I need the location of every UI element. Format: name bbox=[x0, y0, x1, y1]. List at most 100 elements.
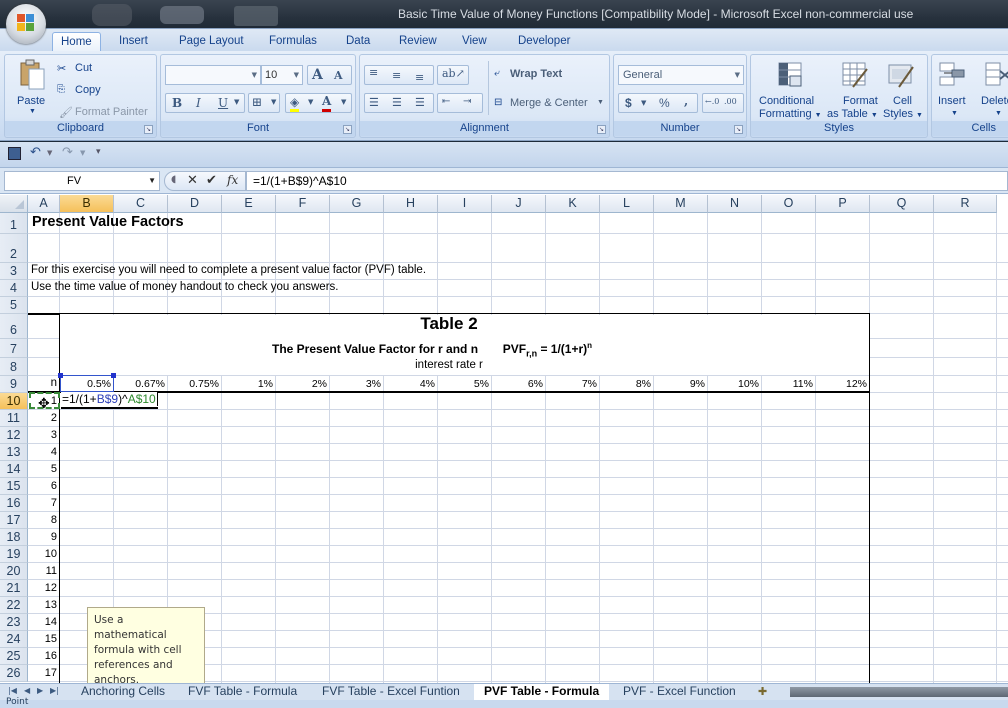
column-header-p[interactable]: P bbox=[816, 195, 870, 213]
borders-button[interactable]: ⊞ ▼ bbox=[248, 93, 280, 113]
tab-home[interactable]: Home bbox=[52, 32, 101, 53]
chevron-down-icon[interactable]: ▼ bbox=[234, 98, 239, 106]
period-cell[interactable]: 12 bbox=[28, 582, 57, 594]
align-right-icon[interactable]: ☰ bbox=[415, 96, 425, 109]
shrink-font-button[interactable]: A bbox=[334, 69, 343, 82]
worksheet-grid[interactable]: ABCDEFGHIJKLMNOPQR 1 2 3 4 5 6 7 8 9 10 11 12 13 14 15… bbox=[0, 194, 1008, 683]
row-header-19[interactable]: 19 bbox=[0, 546, 28, 563]
row-header-8[interactable]: 8 bbox=[0, 358, 28, 376]
column-header-j[interactable]: J bbox=[492, 195, 546, 213]
enter-icon[interactable]: ✔ bbox=[206, 173, 217, 188]
wrap-text-button[interactable]: Wrap Text bbox=[510, 68, 562, 80]
sheet-tab-fvf-excel-function[interactable]: FVF Table - Excel Funtion bbox=[312, 684, 470, 700]
number-format-combo[interactable]: General ▼ bbox=[618, 65, 744, 85]
decrease-indent-icon[interactable]: ⇤ bbox=[442, 96, 450, 107]
sheet-tab-pvf-excel-function[interactable]: PVF - Excel Function bbox=[613, 684, 746, 700]
column-header-e[interactable]: E bbox=[222, 195, 276, 213]
align-left-icon[interactable]: ☰ bbox=[369, 96, 379, 109]
font-color-icon[interactable]: A bbox=[322, 94, 332, 112]
rate-header-cell[interactable]: 0.75% bbox=[168, 378, 219, 390]
row-header-17[interactable]: 17 bbox=[0, 512, 28, 529]
rate-header-cell[interactable]: 9% bbox=[654, 378, 705, 390]
row-header-14[interactable]: 14 bbox=[0, 461, 28, 478]
save-icon[interactable] bbox=[8, 147, 21, 160]
chevron-down-icon[interactable]: ▼ bbox=[951, 110, 958, 117]
chevron-down-icon[interactable]: ▼ bbox=[597, 99, 604, 106]
rate-header-cell[interactable]: 7% bbox=[546, 378, 597, 390]
rate-header-cell[interactable]: 1% bbox=[222, 378, 273, 390]
orientation-button[interactable]: ab↗ bbox=[437, 65, 469, 85]
range-handle[interactable] bbox=[58, 373, 63, 378]
align-center-icon[interactable]: ☰ bbox=[392, 96, 402, 109]
redo-icon[interactable]: ↷ bbox=[62, 145, 73, 160]
tab-page-layout[interactable]: Page Layout bbox=[171, 32, 252, 53]
period-cell[interactable]: 9 bbox=[28, 531, 57, 543]
row-header-2[interactable]: 2 bbox=[0, 234, 28, 263]
undo-dropdown-icon[interactable]: ▼ bbox=[47, 149, 52, 157]
rate-header-cell[interactable]: 3% bbox=[330, 378, 381, 390]
copy-button[interactable]: Copy bbox=[75, 84, 101, 96]
tab-data[interactable]: Data bbox=[338, 32, 378, 53]
row-header-3[interactable]: 3 bbox=[0, 263, 28, 280]
row-header-24[interactable]: 24 bbox=[0, 631, 28, 648]
column-header-c[interactable]: C bbox=[114, 195, 168, 213]
period-cell[interactable]: 7 bbox=[28, 497, 57, 509]
office-button[interactable] bbox=[6, 4, 46, 44]
row-header-21[interactable]: 21 bbox=[0, 580, 28, 597]
row-header-13[interactable]: 13 bbox=[0, 444, 28, 461]
rate-header-cell[interactable]: 12% bbox=[816, 378, 867, 390]
period-cell[interactable]: 15 bbox=[28, 633, 57, 645]
tab-formulas[interactable]: Formulas bbox=[261, 32, 325, 53]
increase-indent-icon[interactable]: ⇥ bbox=[463, 96, 471, 107]
top-align-icon[interactable]: ≡ bbox=[369, 66, 378, 79]
period-cell[interactable]: 2 bbox=[28, 412, 57, 424]
redo-dropdown-icon[interactable]: ▼ bbox=[80, 149, 85, 157]
cut-button[interactable]: Cut bbox=[75, 62, 92, 74]
period-cell[interactable]: 17 bbox=[28, 667, 57, 679]
sheet-tab-fvf-formula[interactable]: FVF Table - Formula bbox=[178, 684, 307, 700]
paste-dropdown-icon[interactable]: ▼ bbox=[29, 108, 36, 115]
row-header-10[interactable]: 10 bbox=[0, 393, 28, 410]
rate-header-cell[interactable]: 6% bbox=[492, 378, 543, 390]
column-header-r[interactable]: R bbox=[934, 195, 997, 213]
tab-insert[interactable]: Insert bbox=[111, 32, 156, 53]
italic-button[interactable]: I bbox=[196, 96, 201, 110]
row-header-5[interactable]: 5 bbox=[0, 297, 28, 314]
sheet-tab-anchoring-cells[interactable]: Anchoring Cells bbox=[71, 684, 175, 700]
row-header-4[interactable]: 4 bbox=[0, 280, 28, 297]
grow-font-button[interactable]: A bbox=[312, 67, 323, 83]
paste-icon[interactable] bbox=[19, 59, 47, 90]
rate-header-cell[interactable]: 5% bbox=[438, 378, 489, 390]
period-cell[interactable]: 13 bbox=[28, 599, 57, 611]
row-header-26[interactable]: 26 bbox=[0, 665, 28, 682]
paste-button[interactable]: Paste bbox=[17, 95, 45, 107]
comma-button[interactable]: , bbox=[684, 94, 688, 108]
row-header-22[interactable]: 22 bbox=[0, 597, 28, 614]
middle-align-icon[interactable]: ≡ bbox=[392, 69, 401, 82]
format-as-table-button-line2[interactable]: as Table ▼ bbox=[827, 108, 878, 120]
prev-sheet-icon[interactable]: ◀ bbox=[24, 686, 30, 695]
customize-qat-icon[interactable]: ▾ bbox=[96, 147, 101, 157]
font-launcher-icon[interactable]: ↘ bbox=[343, 125, 352, 134]
editing-cell-b10[interactable]: =1/(1+B$9)^A$10 bbox=[61, 392, 158, 409]
period-cell[interactable]: 11 bbox=[28, 565, 57, 577]
row-header-6[interactable]: 6 bbox=[0, 314, 28, 339]
column-header-l[interactable]: L bbox=[600, 195, 654, 213]
conditional-formatting-button[interactable]: Conditional bbox=[759, 95, 814, 107]
column-header-o[interactable]: O bbox=[762, 195, 816, 213]
chevron-down-icon[interactable]: ▼ bbox=[641, 99, 646, 107]
tab-view[interactable]: View bbox=[454, 32, 495, 53]
tab-developer[interactable]: Developer bbox=[510, 32, 578, 53]
rate-header-cell[interactable]: 4% bbox=[384, 378, 435, 390]
column-header-g[interactable]: G bbox=[330, 195, 384, 213]
column-header-f[interactable]: F bbox=[276, 195, 330, 213]
cell-styles-button[interactable]: Cell bbox=[893, 95, 912, 107]
period-cell[interactable]: 14 bbox=[28, 616, 57, 628]
cancel-icon[interactable]: ✕ bbox=[187, 173, 198, 188]
row-header-12[interactable]: 12 bbox=[0, 427, 28, 444]
number-launcher-icon[interactable]: ↘ bbox=[734, 125, 743, 134]
row-header-15[interactable]: 15 bbox=[0, 478, 28, 495]
rate-header-cell[interactable]: 10% bbox=[708, 378, 759, 390]
column-header-i[interactable]: I bbox=[438, 195, 492, 213]
column-header-h[interactable]: H bbox=[384, 195, 438, 213]
